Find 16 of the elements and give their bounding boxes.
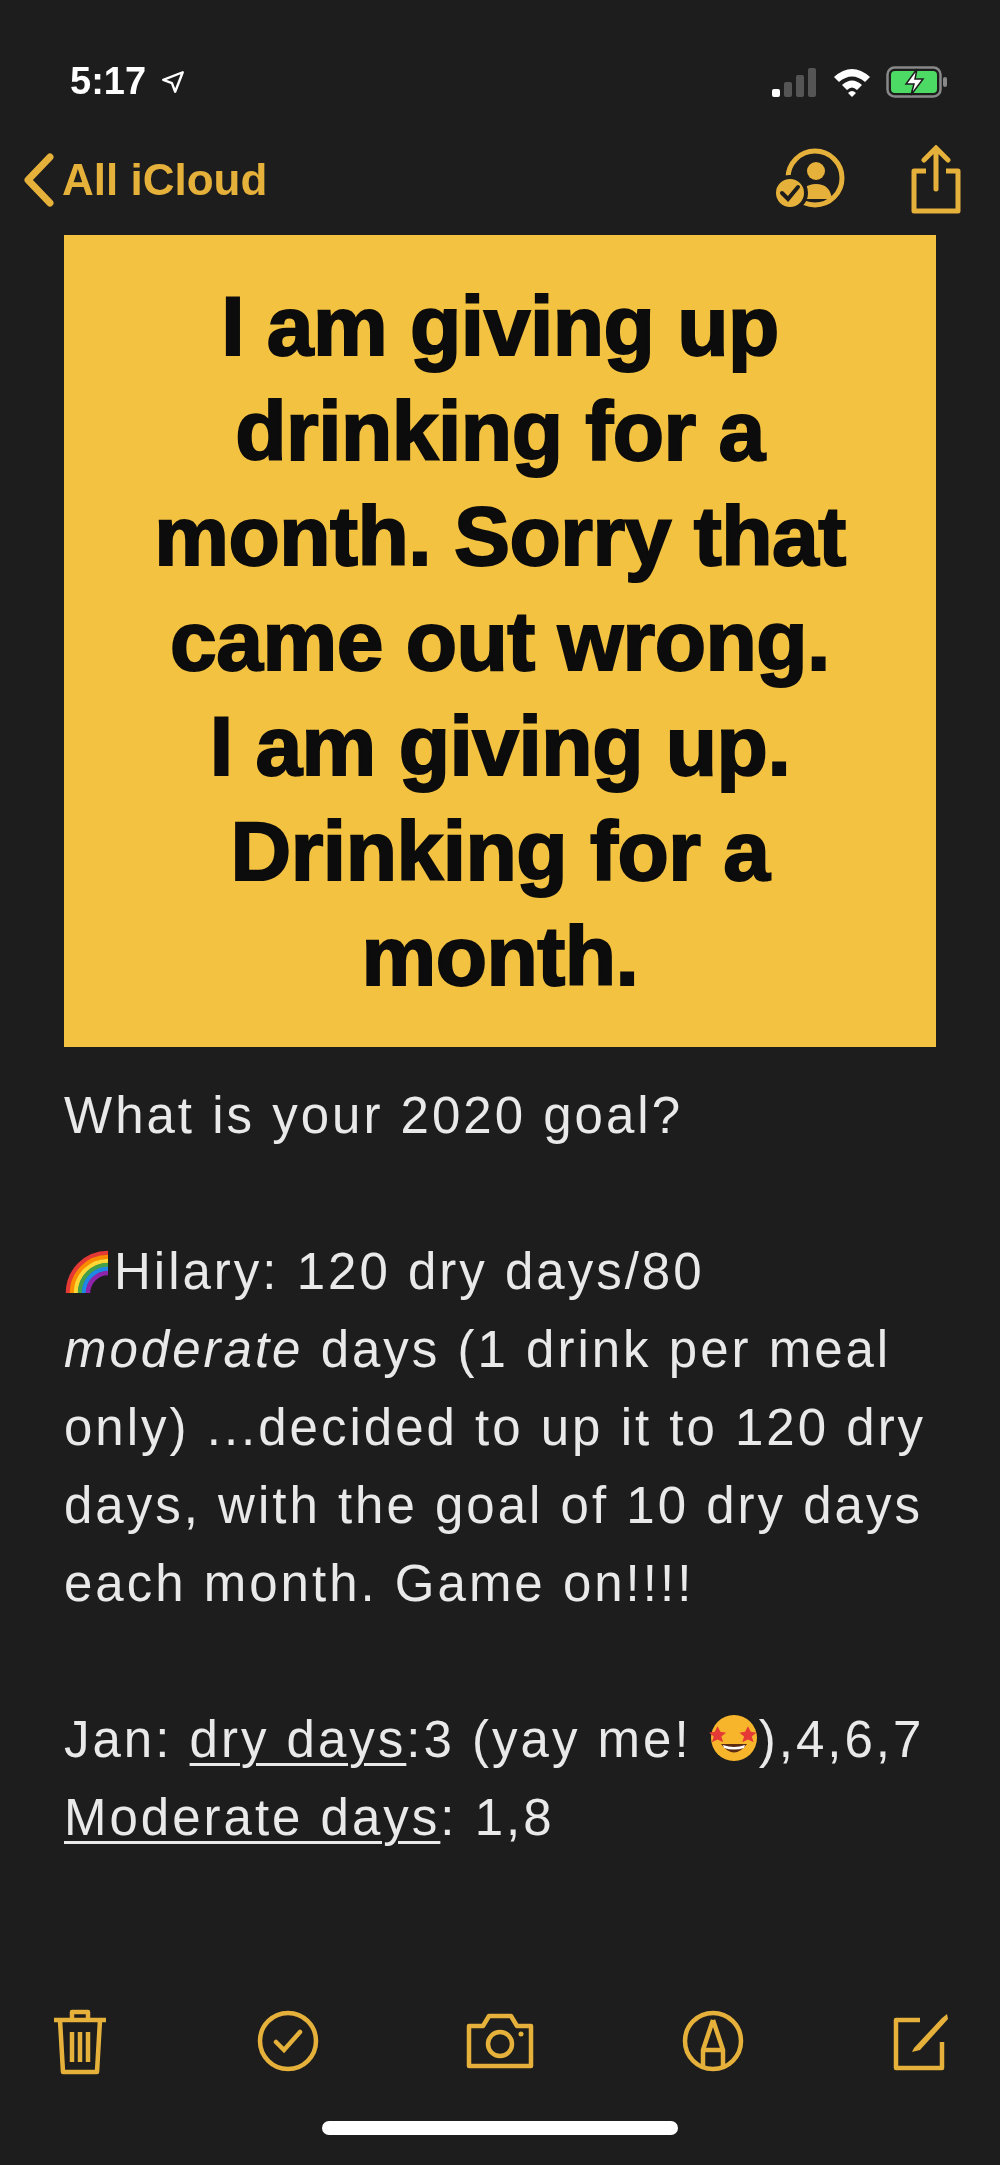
- back-link[interactable]: All iCloud: [22, 153, 268, 207]
- meme-text: I am giving up drinking for a month. Sorry that came out wrong. I am giving up. Drinking for a month.: [154, 277, 846, 1005]
- note-paragraph: Moderate days: 1,8: [64, 1788, 556, 1848]
- wifi-icon: [832, 66, 872, 97]
- pen-tip-circle-icon[interactable]: [681, 2010, 744, 2072]
- camera-icon[interactable]: [465, 2012, 535, 2070]
- back-chevron-icon: [22, 153, 56, 207]
- note-paragraph: Jan: dry days:3 (yay me! ),4,6,7: [64, 1710, 926, 1770]
- location-arrow-icon: [160, 68, 187, 95]
- status-time: 5:17: [70, 60, 147, 103]
- note-paragraph: What is your 2020 goal?: [64, 1086, 684, 1146]
- checkmark-circle-icon[interactable]: [256, 2010, 319, 2072]
- note-paragraph: Hilary: 120 dry days/80 moderate days (1 drink per meal only) ...decided to up it to 120 dry days, with the goal of 10 dry days each month. Game on!!!!: [64, 1242, 928, 1614]
- signal-icon: [772, 66, 818, 97]
- star-eyes-face-icon: [708, 1713, 759, 1763]
- battery-charging-icon: [886, 65, 948, 98]
